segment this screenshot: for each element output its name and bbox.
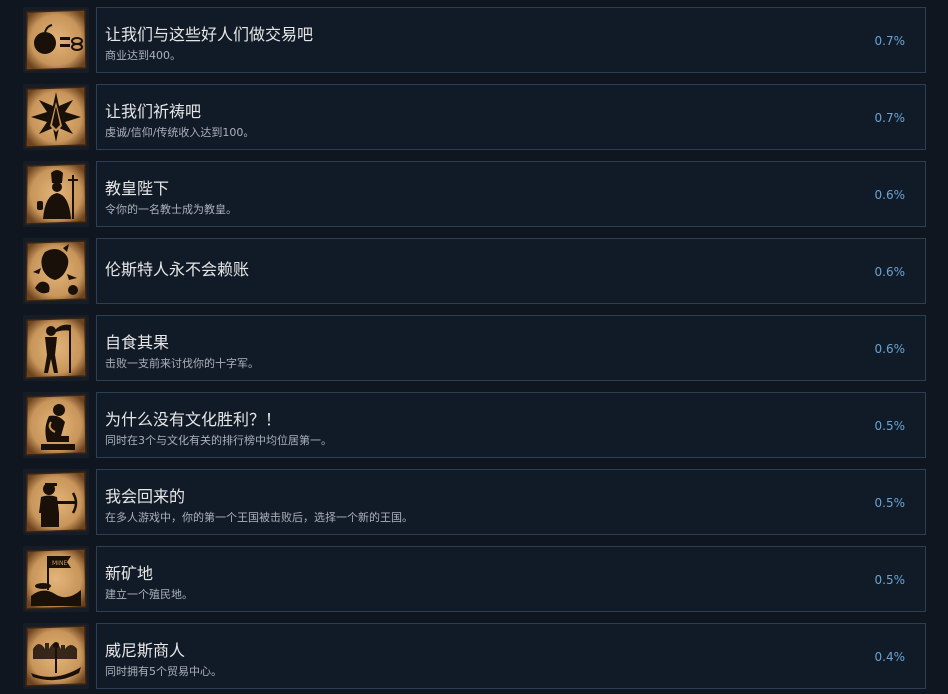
achievement-panel: 为什么没有文化胜利？！ 同时在3个与文化有关的排行榜中均位居第一。 0.5% [96, 392, 926, 458]
achievement-title: 自食其果 [105, 333, 170, 352]
achievement-description: 击败一支前来讨伐你的十字军。 [105, 357, 259, 370]
achievement-title: 让我们与这些好人们做交易吧 [105, 25, 314, 44]
achievement-panel: 伦斯特人永不会赖账 0.6% [96, 238, 926, 304]
achievement-row[interactable]: 威尼斯商人 同时拥有5个贸易中心。 0.4% [0, 623, 948, 689]
achievement-description: 令你的一名教士成为教皇。 [105, 203, 237, 216]
apple-coins-icon [23, 7, 89, 73]
achievement-description: 建立一个殖民地。 [105, 588, 193, 601]
lion-moneybag-icon [23, 238, 89, 304]
achievement-panel: 教皇陛下 令你的一名教士成为教皇。 0.6% [96, 161, 926, 227]
achievement-percent: 0.7% [874, 111, 906, 125]
achievement-title: 威尼斯商人 [105, 641, 186, 660]
achievement-panel: 威尼斯商人 同时拥有5个贸易中心。 0.4% [96, 623, 926, 689]
achievement-percent: 0.5% [874, 496, 906, 510]
achievement-description: 同时拥有5个贸易中心。 [105, 665, 222, 678]
achievement-list: 让我们与这些好人们做交易吧 商业达到400。 0.7% 让我们祈祷吧 虔诚/信仰… [0, 0, 948, 694]
achievement-percent: 0.6% [874, 188, 906, 202]
gondola-icon [23, 623, 89, 689]
achievement-percent: 0.5% [874, 419, 906, 433]
achievement-title: 为什么没有文化胜利？！ [105, 410, 282, 429]
achievement-row[interactable]: 自食其果 击败一支前来讨伐你的十字军。 0.6% [0, 315, 948, 381]
achievement-description: 虔诚/信仰/传统收入达到100。 [105, 126, 255, 139]
achievement-panel: 自食其果 击败一支前来讨伐你的十字军。 0.6% [96, 315, 926, 381]
achievement-row[interactable]: 教皇陛下 令你的一名教士成为教皇。 0.6% [0, 161, 948, 227]
achievement-row[interactable]: 我会回来的 在多人游戏中，你的第一个王国被击败后，选择一个新的王国。 0.5% [0, 469, 948, 535]
achievement-row[interactable]: 伦斯特人永不会赖账 0.6% [0, 238, 948, 304]
achievement-description: 商业达到400。 [105, 49, 181, 62]
achievement-panel: 让我们与这些好人们做交易吧 商业达到400。 0.7% [96, 7, 926, 73]
achievement-title: 我会回来的 [105, 487, 186, 506]
achievement-row[interactable]: 让我们与这些好人们做交易吧 商业达到400。 0.7% [0, 7, 948, 73]
achievement-title: 让我们祈祷吧 [105, 102, 202, 121]
achievement-panel: 我会回来的 在多人游戏中，你的第一个王国被击败后，选择一个新的王国。 0.5% [96, 469, 926, 535]
thinker-icon [23, 392, 89, 458]
achievement-row[interactable]: 让我们祈祷吧 虔诚/信仰/传统收入达到100。 0.7% [0, 84, 948, 150]
achievement-row[interactable]: MINE 新矿地 建立一个殖民地。 0.5% [0, 546, 948, 612]
achievement-percent: 0.7% [874, 34, 906, 48]
achievement-description: 同时在3个与文化有关的排行榜中均位居第一。 [105, 434, 332, 447]
achievement-title: 新矿地 [105, 564, 154, 583]
pope-icon [23, 161, 89, 227]
achievement-percent: 0.4% [874, 650, 906, 664]
achievement-title: 伦斯特人永不会赖账 [105, 260, 250, 279]
achievement-description: 在多人游戏中，你的第一个王国被击败后，选择一个新的王国。 [105, 511, 413, 524]
achievement-percent: 0.6% [874, 342, 906, 356]
crossbowman-icon [23, 469, 89, 535]
achievement-panel: 让我们祈祷吧 虔诚/信仰/传统收入达到100。 0.7% [96, 84, 926, 150]
svg-text:MINE: MINE [52, 560, 67, 567]
achievement-row[interactable]: 为什么没有文化胜利？！ 同时在3个与文化有关的排行榜中均位居第一。 0.5% [0, 392, 948, 458]
praying-hands-icon [23, 84, 89, 150]
achievement-percent: 0.5% [874, 573, 906, 587]
reaper-icon [23, 315, 89, 381]
achievement-panel: 新矿地 建立一个殖民地。 0.5% [96, 546, 926, 612]
achievement-percent: 0.6% [874, 265, 906, 279]
achievement-title: 教皇陛下 [105, 179, 170, 198]
mine-flag-icon: MINE [23, 546, 89, 612]
